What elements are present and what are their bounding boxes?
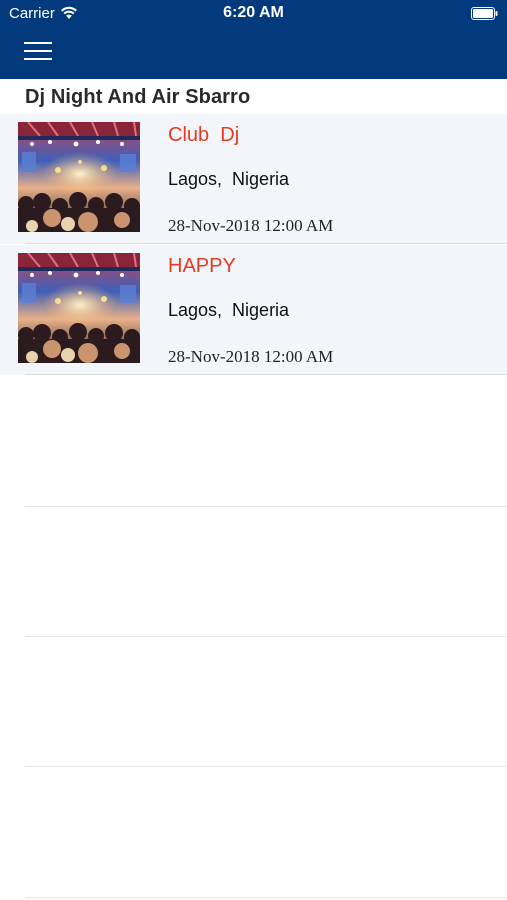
event-date: 28-Nov-2018 12:00 AM xyxy=(168,216,334,235)
hamburger-menu-icon[interactable] xyxy=(24,39,54,63)
empty-row-divider xyxy=(25,506,507,507)
event-name: HAPPY xyxy=(168,255,236,277)
empty-row-divider xyxy=(25,766,507,767)
clock-time: 6:20 AM xyxy=(223,4,284,21)
event-date: 28-Nov-2018 12:00 AM xyxy=(168,347,334,366)
row-divider xyxy=(25,374,507,375)
event-list-item[interactable]: HAPPY Lagos, Nigeria 28-Nov-2018 12:00 A… xyxy=(0,245,507,375)
page-title: Dj Night And Air Sbarro xyxy=(25,86,251,108)
event-photo xyxy=(18,122,140,232)
event-list-item[interactable]: Club Dj Lagos, Nigeria 28-Nov-2018 12:00… xyxy=(0,114,507,244)
empty-row-divider xyxy=(25,636,507,637)
navigation-bar xyxy=(0,28,507,79)
event-location: Lagos, Nigeria xyxy=(168,169,290,189)
status-bar: Carrier 6:20 AM xyxy=(0,0,507,28)
event-photo xyxy=(18,253,140,363)
event-location: Lagos, Nigeria xyxy=(168,300,290,320)
event-name: Club Dj xyxy=(168,124,240,146)
empty-row-divider xyxy=(25,897,507,898)
battery-icon xyxy=(471,7,498,20)
row-divider xyxy=(25,243,507,244)
